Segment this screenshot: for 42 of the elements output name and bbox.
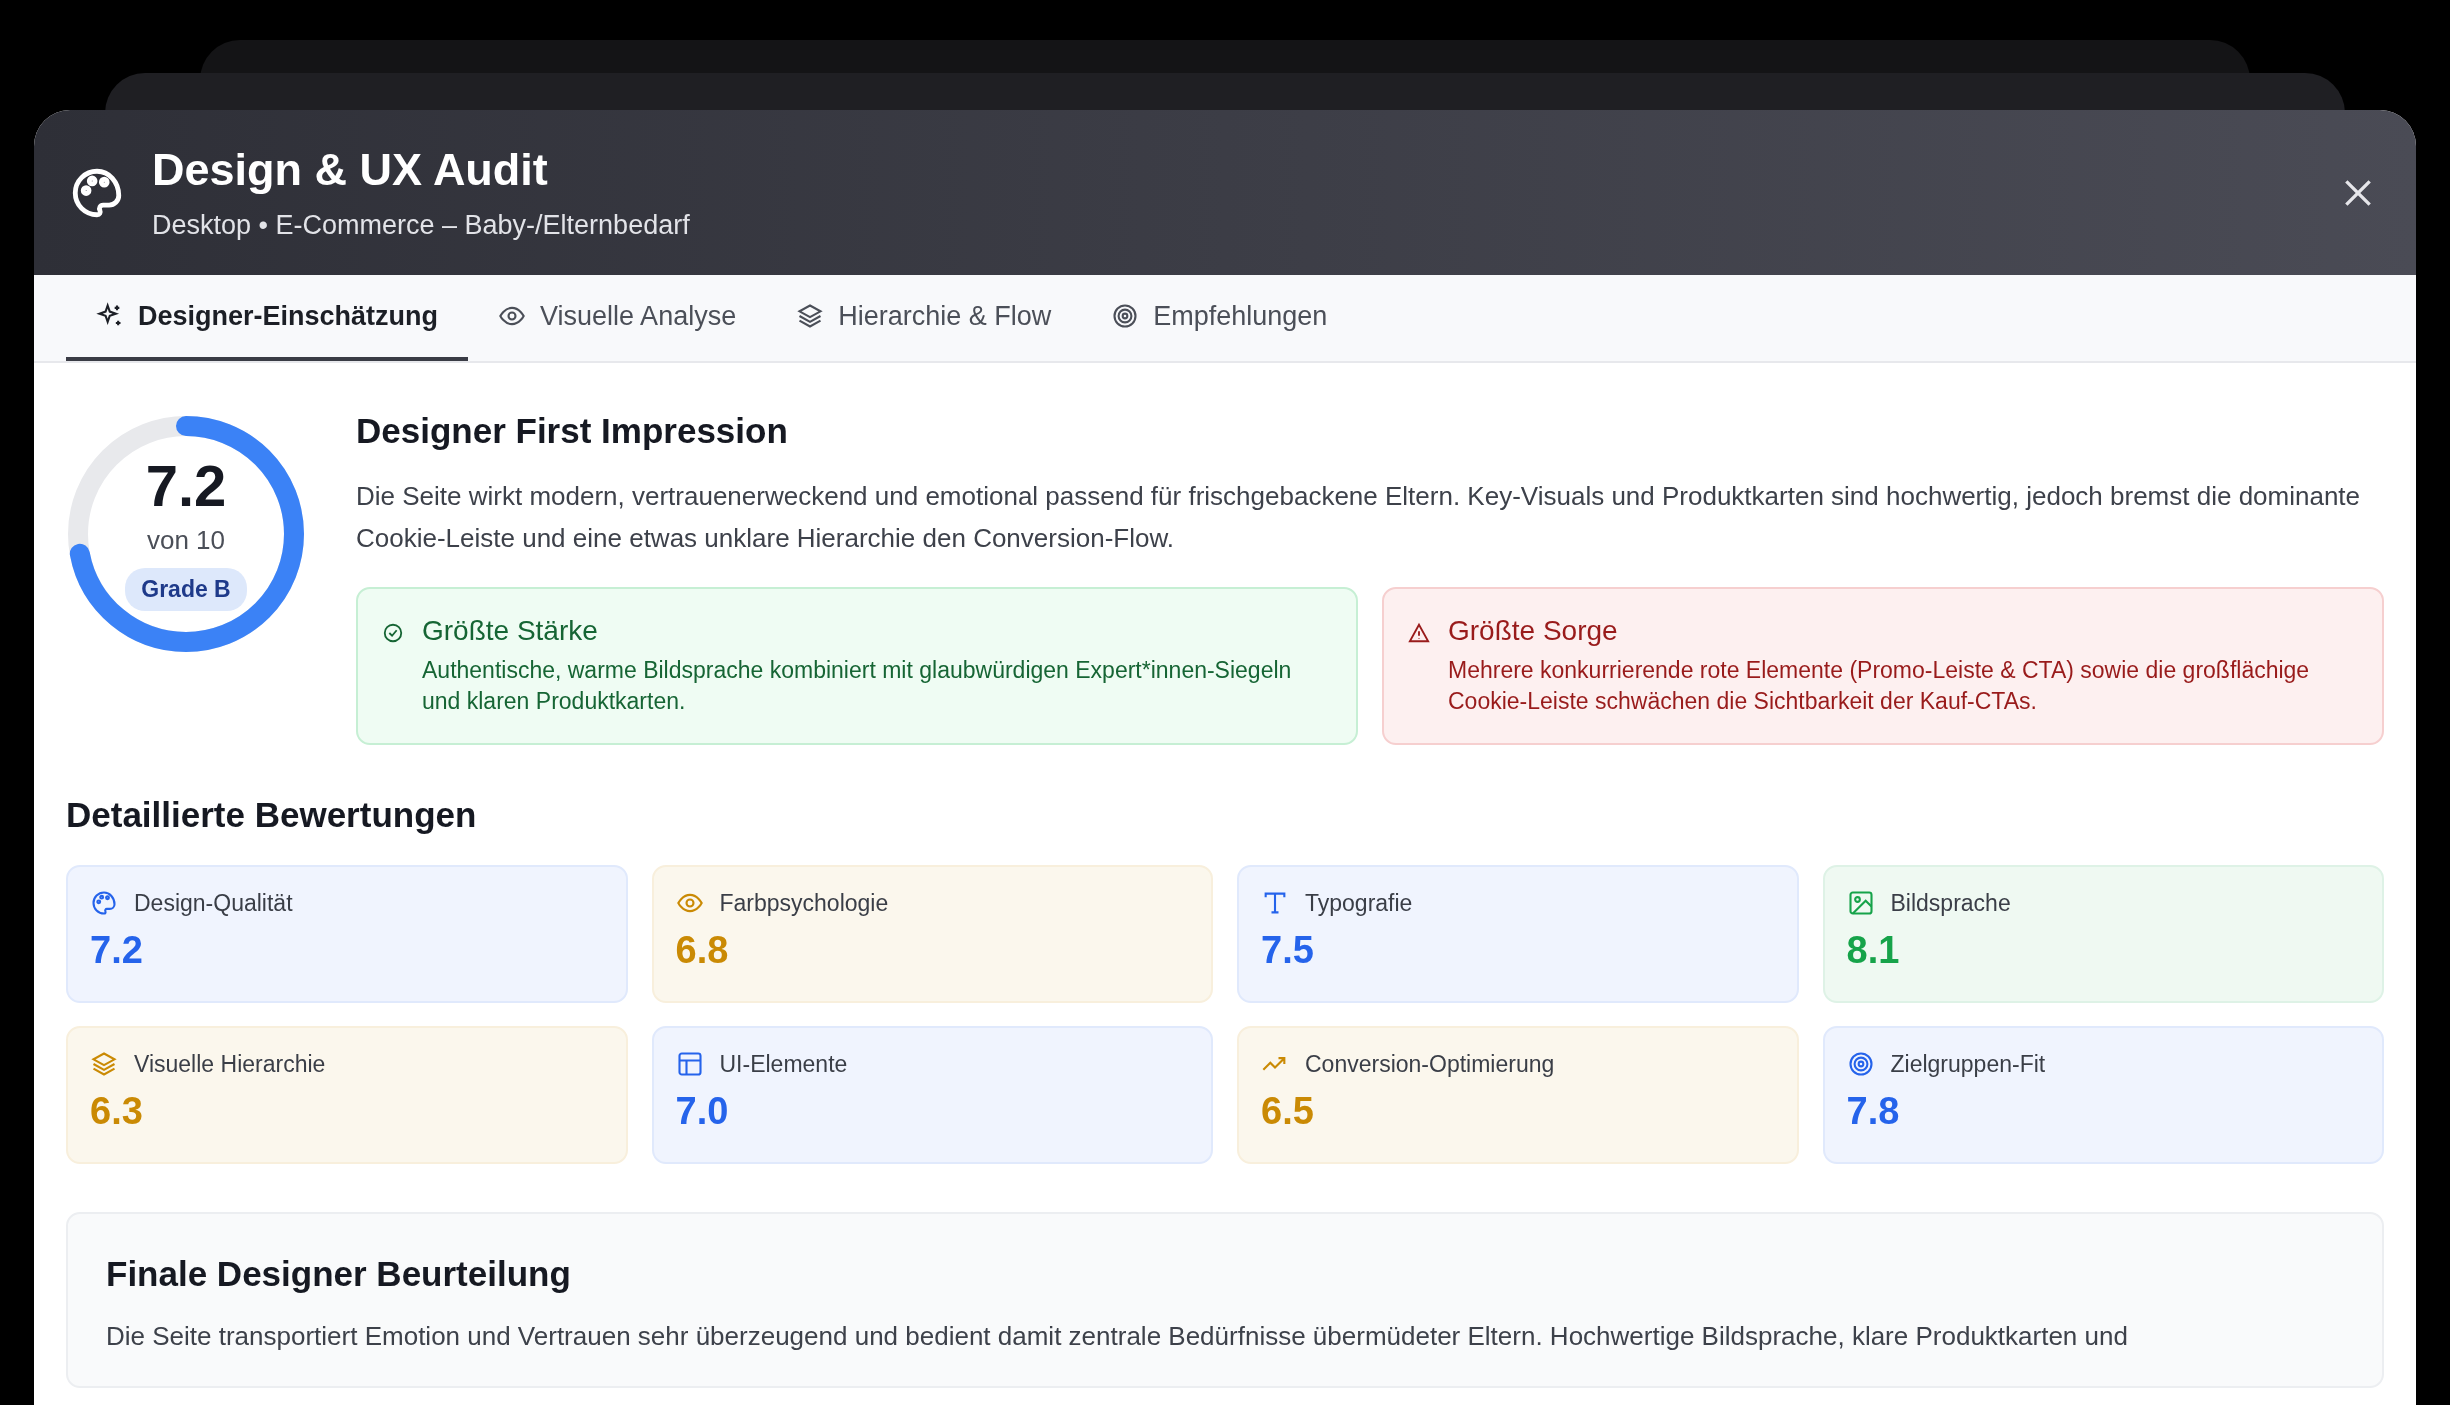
tab[interactable]: Designer-Einschätzung	[66, 275, 469, 361]
layout-icon	[675, 1050, 704, 1078]
layers-icon	[796, 302, 825, 330]
rating-value: 7.5	[1261, 929, 1315, 972]
rating-value: 7.8	[1846, 1090, 1901, 1133]
target-icon	[1846, 1050, 1875, 1078]
rating-label: Farbpsychologie	[719, 889, 889, 917]
palette-icon	[90, 889, 118, 917]
section-title: Detaillierte Bewertungen	[66, 795, 478, 835]
rating-value: 8.1	[1846, 929, 1901, 972]
rating-value: 7.2	[90, 929, 144, 972]
card-title: Größte Stärke	[422, 615, 599, 647]
rating-label: Typografie	[1305, 889, 1413, 917]
image-icon	[1846, 889, 1875, 917]
score-value: 7.2	[145, 457, 227, 515]
score-scale: von 10	[146, 525, 226, 556]
card-text: Authentische, warme Bildsprache kombiniert mit glaubwürdigen Expert*innen-Siegeln und klaren Produktkarten.	[422, 656, 1293, 716]
card-text: Mehrere konkurrierende rote Elemente (Promo-Leiste & CTA) sowie die großflächige Cookie-Leiste schwächen die Sichtbarkeit der Kauf-CTAs.	[1448, 656, 2311, 716]
window-subtitle: Desktop • E-Commerce – Baby-/Elternbedarf	[152, 210, 691, 241]
summary-text: Die Seite transportiert Emotion und Vertrauen sehr überzeugend und bedient damit zentrale Bedürfnisse übermüdeter Eltern. Hochwertige Bildsprache, klare Produktkarten und	[106, 1320, 2129, 1353]
rating-value: 6.3	[90, 1090, 144, 1133]
rating-label: Bildsprache	[1890, 889, 2011, 917]
rating-label: UI-Elemente	[719, 1050, 848, 1078]
window-title: Design & UX Audit	[152, 144, 549, 196]
rating-label: Visuelle Hierarchie	[134, 1050, 326, 1078]
impression-text: Die Seite wirkt modern, vertrauenerweckend und emotional passend für frischgebackene Eltern. Key-Visuals und Produktkarten sind hochwertig, jedoch bremst die dominante Cookie-Leiste und eine etwas unklare Hierarchie den Conversion-Flow.	[356, 480, 2362, 555]
layers-icon	[90, 1050, 118, 1078]
section-title: Designer First Impression	[356, 411, 789, 451]
rating-label: Conversion-Optimierung	[1305, 1050, 1555, 1078]
rating-value: 7.0	[675, 1090, 730, 1133]
rating-label: Zielgruppen-Fit	[1890, 1050, 2046, 1078]
check-circle-icon	[382, 622, 404, 644]
summary-title: Finale Designer Beurteilung	[106, 1254, 572, 1294]
tab[interactable]: Hierarchie & Flow	[766, 275, 1082, 361]
warning-icon	[1408, 622, 1430, 644]
card-title: Größte Sorge	[1448, 615, 1619, 647]
tab[interactable]: Empfehlungen	[1081, 275, 1358, 361]
tab[interactable]: Visuelle Analyse	[468, 275, 767, 361]
rating-value: 6.5	[1261, 1090, 1315, 1133]
rating-label: Design-Qualität	[134, 889, 293, 917]
grade-badge: Grade B	[125, 568, 247, 611]
rating-value: 6.8	[675, 929, 730, 972]
